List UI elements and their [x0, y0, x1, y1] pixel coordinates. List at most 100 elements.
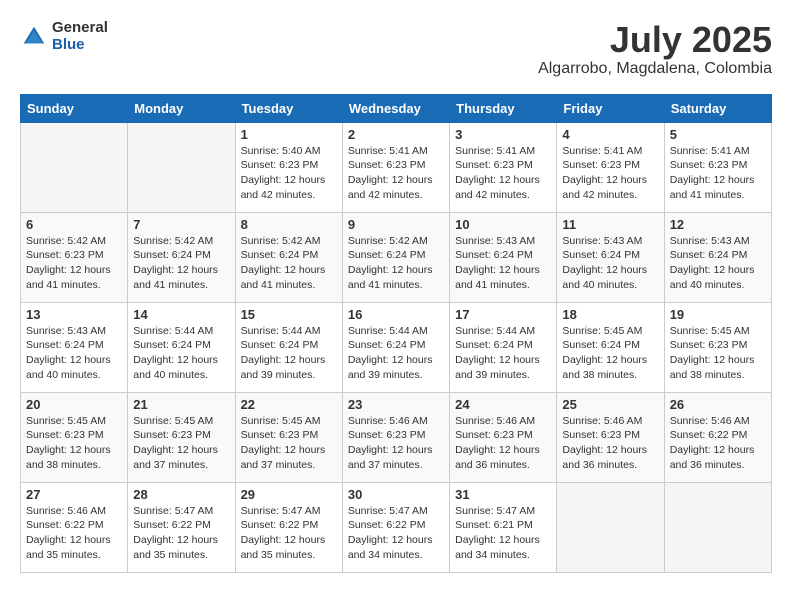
title-area: July 2025 Algarrobo, Magdalena, Colombia [538, 20, 772, 78]
calendar-week-row: 20 Sunrise: 5:45 AM Sunset: 6:23 PM Dayli… [21, 392, 772, 482]
weekday-header: Friday [557, 94, 664, 122]
calendar-week-row: 1 Sunrise: 5:40 AM Sunset: 6:23 PM Daylig… [21, 122, 772, 212]
day-number: 13 [26, 307, 122, 322]
weekday-header: Wednesday [342, 94, 449, 122]
calendar-week-row: 27 Sunrise: 5:46 AM Sunset: 6:22 PM Dayli… [21, 482, 772, 572]
header: General Blue July 2025 Algarrobo, Magdal… [20, 20, 772, 78]
day-info: Sunrise: 5:46 AM Sunset: 6:22 PM Dayligh… [26, 504, 122, 563]
calendar-cell: 3 Sunrise: 5:41 AM Sunset: 6:23 PM Daylig… [450, 122, 557, 212]
day-number: 19 [670, 307, 766, 322]
day-number: 26 [670, 397, 766, 412]
day-info: Sunrise: 5:47 AM Sunset: 6:22 PM Dayligh… [133, 504, 229, 563]
calendar-cell: 22 Sunrise: 5:45 AM Sunset: 6:23 PM Dayli… [235, 392, 342, 482]
calendar-cell [664, 482, 771, 572]
calendar-cell: 10 Sunrise: 5:43 AM Sunset: 6:24 PM Dayli… [450, 212, 557, 302]
day-number: 31 [455, 487, 551, 502]
calendar-cell: 30Sunrise: 5:47 AM Sunset: 6:22 PM Dayli… [342, 482, 449, 572]
day-number: 5 [670, 127, 766, 142]
day-number: 24 [455, 397, 551, 412]
day-number: 7 [133, 217, 229, 232]
day-info: Sunrise: 5:41 AM Sunset: 6:23 PM Dayligh… [348, 144, 444, 203]
calendar-cell: 17Sunrise: 5:44 AM Sunset: 6:24 PM Dayli… [450, 302, 557, 392]
calendar-cell: 11 Sunrise: 5:43 AM Sunset: 6:24 PM Dayli… [557, 212, 664, 302]
day-number: 18 [562, 307, 658, 322]
day-info: Sunrise: 5:46 AM Sunset: 6:23 PM Dayligh… [348, 414, 444, 473]
day-info: Sunrise: 5:45 AM Sunset: 6:23 PM Dayligh… [670, 324, 766, 383]
day-number: 8 [241, 217, 337, 232]
day-info: Sunrise: 5:41 AM Sunset: 6:23 PM Dayligh… [670, 144, 766, 203]
calendar-cell: 19 Sunrise: 5:45 AM Sunset: 6:23 PM Dayli… [664, 302, 771, 392]
location: Algarrobo, Magdalena, Colombia [538, 60, 772, 78]
calendar-cell: 26 Sunrise: 5:46 AM Sunset: 6:22 PM Dayli… [664, 392, 771, 482]
day-info: Sunrise: 5:42 AM Sunset: 6:23 PM Dayligh… [26, 234, 122, 293]
logo-text: General Blue [52, 20, 108, 53]
day-info: Sunrise: 5:45 AM Sunset: 6:23 PM Dayligh… [133, 414, 229, 473]
calendar-table: SundayMondayTuesdayWednesdayThursdayFrid… [20, 94, 772, 573]
day-info: Sunrise: 5:46 AM Sunset: 6:22 PM Dayligh… [670, 414, 766, 473]
day-info: Sunrise: 5:42 AM Sunset: 6:24 PM Dayligh… [133, 234, 229, 293]
day-number: 23 [348, 397, 444, 412]
day-number: 29 [241, 487, 337, 502]
calendar-cell: 25Sunrise: 5:46 AM Sunset: 6:23 PM Dayli… [557, 392, 664, 482]
calendar-cell: 2 Sunrise: 5:41 AM Sunset: 6:23 PM Daylig… [342, 122, 449, 212]
calendar-cell [21, 122, 128, 212]
calendar-cell: 9 Sunrise: 5:42 AM Sunset: 6:24 PM Daylig… [342, 212, 449, 302]
day-number: 15 [241, 307, 337, 322]
calendar-cell: 4Sunrise: 5:41 AM Sunset: 6:23 PM Daylig… [557, 122, 664, 212]
day-number: 22 [241, 397, 337, 412]
day-info: Sunrise: 5:42 AM Sunset: 6:24 PM Dayligh… [348, 234, 444, 293]
day-number: 27 [26, 487, 122, 502]
day-number: 3 [455, 127, 551, 142]
day-number: 20 [26, 397, 122, 412]
day-number: 11 [562, 217, 658, 232]
calendar-cell: 5 Sunrise: 5:41 AM Sunset: 6:23 PM Daylig… [664, 122, 771, 212]
calendar-cell: 14Sunrise: 5:44 AM Sunset: 6:24 PM Dayli… [128, 302, 235, 392]
calendar-cell: 1 Sunrise: 5:40 AM Sunset: 6:23 PM Daylig… [235, 122, 342, 212]
day-info: Sunrise: 5:44 AM Sunset: 6:24 PM Dayligh… [348, 324, 444, 383]
day-info: Sunrise: 5:45 AM Sunset: 6:24 PM Dayligh… [562, 324, 658, 383]
day-number: 17 [455, 307, 551, 322]
calendar-cell: 16 Sunrise: 5:44 AM Sunset: 6:24 PM Dayli… [342, 302, 449, 392]
calendar-cell: 27 Sunrise: 5:46 AM Sunset: 6:22 PM Dayli… [21, 482, 128, 572]
day-info: Sunrise: 5:43 AM Sunset: 6:24 PM Dayligh… [670, 234, 766, 293]
calendar-cell: 23 Sunrise: 5:46 AM Sunset: 6:23 PM Dayli… [342, 392, 449, 482]
day-number: 21 [133, 397, 229, 412]
day-info: Sunrise: 5:40 AM Sunset: 6:23 PM Dayligh… [241, 144, 337, 203]
weekday-header: Sunday [21, 94, 128, 122]
weekday-header: Thursday [450, 94, 557, 122]
calendar-cell: 21 Sunrise: 5:45 AM Sunset: 6:23 PM Dayli… [128, 392, 235, 482]
calendar-cell [557, 482, 664, 572]
day-number: 6 [26, 217, 122, 232]
calendar-cell [128, 122, 235, 212]
day-number: 2 [348, 127, 444, 142]
calendar-cell: 6 Sunrise: 5:42 AM Sunset: 6:23 PM Daylig… [21, 212, 128, 302]
logo-icon [20, 23, 48, 51]
day-info: Sunrise: 5:43 AM Sunset: 6:24 PM Dayligh… [562, 234, 658, 293]
calendar-cell: 31 Sunrise: 5:47 AM Sunset: 6:21 PM Dayli… [450, 482, 557, 572]
day-info: Sunrise: 5:43 AM Sunset: 6:24 PM Dayligh… [455, 234, 551, 293]
weekday-header: Monday [128, 94, 235, 122]
weekday-header: Tuesday [235, 94, 342, 122]
day-number: 12 [670, 217, 766, 232]
day-info: Sunrise: 5:47 AM Sunset: 6:22 PM Dayligh… [241, 504, 337, 563]
day-info: Sunrise: 5:42 AM Sunset: 6:24 PM Dayligh… [241, 234, 337, 293]
day-number: 10 [455, 217, 551, 232]
weekday-header: Saturday [664, 94, 771, 122]
month-year: July 2025 [538, 20, 772, 60]
day-info: Sunrise: 5:45 AM Sunset: 6:23 PM Dayligh… [26, 414, 122, 473]
day-info: Sunrise: 5:47 AM Sunset: 6:21 PM Dayligh… [455, 504, 551, 563]
calendar-cell: 29 Sunrise: 5:47 AM Sunset: 6:22 PM Dayli… [235, 482, 342, 572]
day-info: Sunrise: 5:47 AM Sunset: 6:22 PM Dayligh… [348, 504, 444, 563]
day-info: Sunrise: 5:44 AM Sunset: 6:24 PM Dayligh… [133, 324, 229, 383]
day-info: Sunrise: 5:46 AM Sunset: 6:23 PM Dayligh… [455, 414, 551, 473]
day-info: Sunrise: 5:45 AM Sunset: 6:23 PM Dayligh… [241, 414, 337, 473]
day-info: Sunrise: 5:41 AM Sunset: 6:23 PM Dayligh… [455, 144, 551, 203]
calendar-week-row: 6 Sunrise: 5:42 AM Sunset: 6:23 PM Daylig… [21, 212, 772, 302]
day-number: 9 [348, 217, 444, 232]
day-number: 1 [241, 127, 337, 142]
day-number: 16 [348, 307, 444, 322]
calendar-header: SundayMondayTuesdayWednesdayThursdayFrid… [21, 94, 772, 122]
calendar-cell: 24 Sunrise: 5:46 AM Sunset: 6:23 PM Dayli… [450, 392, 557, 482]
calendar-cell: 8 Sunrise: 5:42 AM Sunset: 6:24 PM Daylig… [235, 212, 342, 302]
calendar-cell: 15Sunrise: 5:44 AM Sunset: 6:24 PM Dayli… [235, 302, 342, 392]
